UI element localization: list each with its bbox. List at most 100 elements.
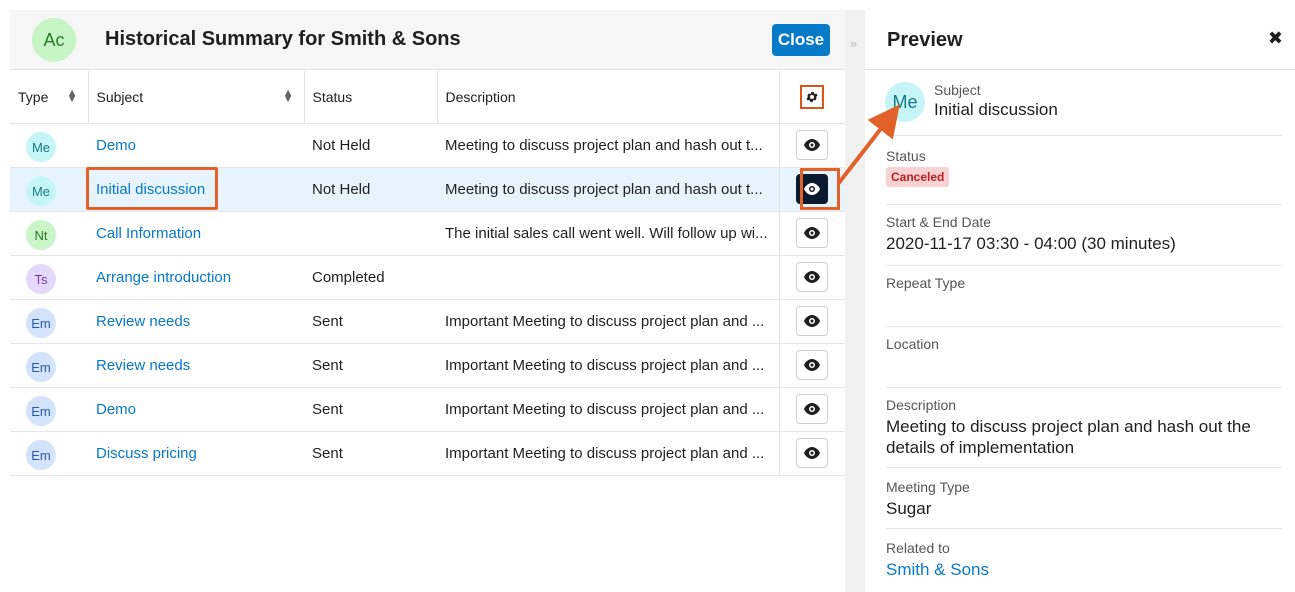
related-to-link[interactable]: Smith & Sons (886, 559, 1282, 580)
table-row[interactable]: Em Review needs Sent Important Meeting to d… (10, 343, 845, 388)
preview-button[interactable] (796, 350, 829, 380)
preview-button[interactable] (796, 394, 829, 424)
actions-cell (778, 431, 845, 476)
table-row[interactable]: Me Initial discussion Not Held Meeting to d… (10, 167, 845, 212)
eye-icon (804, 403, 821, 415)
table-row[interactable]: Nt Call Information The initial sales call… (10, 211, 845, 256)
preview-button[interactable] (796, 262, 829, 292)
column-header-description: Description (437, 71, 780, 124)
preview-button[interactable] (796, 306, 829, 336)
table-header-row: Type ▲ ▼ Subject ▲ ▼ Status Description (10, 71, 845, 124)
type-avatar: Em (26, 352, 56, 382)
type-cell: Me (10, 167, 88, 212)
eye-icon (804, 447, 821, 459)
type-avatar: Em (26, 308, 56, 338)
actions-cell (778, 387, 845, 432)
type-cell: Em (10, 343, 88, 388)
preview-button[interactable] (796, 130, 829, 160)
type-avatar: Ts (26, 264, 56, 294)
type-avatar: Me (26, 176, 56, 206)
preview-button[interactable] (796, 174, 829, 204)
modal-title: Historical Summary for Smith & Sons (105, 28, 461, 50)
subject-link[interactable]: Review needs (96, 357, 190, 374)
table-row[interactable]: Ts Arrange introduction Completed (10, 255, 845, 300)
preview-title: Preview (887, 29, 963, 51)
subject-cell: Review needs (88, 299, 304, 344)
subject-link[interactable]: Initial discussion (96, 181, 205, 198)
description-cell: Meeting to discuss project plan and hash… (437, 167, 779, 212)
eye-icon (804, 271, 821, 283)
subject-cell: Review needs (88, 343, 304, 388)
actions-cell (778, 255, 845, 300)
column-header-type[interactable]: Type ▲ ▼ (10, 71, 89, 124)
actions-cell (778, 211, 845, 256)
panel-divider[interactable]: » (845, 10, 865, 592)
preview-field-meeting-type: Meeting Type Sugar (886, 468, 1282, 529)
type-cell: Em (10, 431, 88, 476)
subject-cell: Arrange introduction (88, 255, 304, 300)
status-cell: Sent (304, 387, 437, 432)
type-cell: Ts (10, 255, 88, 300)
preview-subject: Subject Initial discussion (934, 82, 1058, 119)
subject-link[interactable]: Demo (96, 401, 136, 418)
status-cell: Sent (304, 299, 437, 344)
type-cell: Em (10, 387, 88, 432)
actions-cell (778, 167, 845, 212)
eye-icon (804, 315, 821, 327)
description-cell: The initial sales call went well. Will f… (437, 211, 779, 256)
sort-icon[interactable]: ▲ ▼ (67, 88, 78, 105)
column-settings-cell (779, 71, 845, 124)
status-badge: Canceled (886, 167, 950, 187)
preview-field-repeat-type: Repeat Type (886, 266, 1282, 327)
sort-icon[interactable]: ▲ ▼ (283, 88, 294, 105)
type-cell: Em (10, 299, 88, 344)
column-header-status: Status (304, 71, 438, 124)
actions-cell (778, 123, 845, 168)
column-settings-button[interactable] (800, 84, 825, 109)
preview-button[interactable] (796, 438, 829, 468)
status-cell: Not Held (304, 167, 437, 212)
subject-link[interactable]: Review needs (96, 313, 190, 330)
description-cell: Meeting to discuss project plan and hash… (437, 123, 779, 168)
table-row[interactable]: Em Demo Sent Important Meeting to discuss p… (10, 387, 845, 432)
subject-cell: Demo (88, 123, 304, 168)
preview-field-status: Status Canceled (886, 135, 1282, 205)
eye-icon (804, 139, 821, 151)
type-cell: Me (10, 123, 88, 168)
close-button[interactable]: Close (772, 24, 830, 56)
preview-field-description: Description Meeting to discuss project p… (886, 388, 1282, 468)
type-avatar: Em (26, 396, 56, 426)
chevron-right-icon: » (850, 36, 858, 51)
close-icon[interactable]: ✖ (1268, 28, 1283, 49)
status-cell (304, 211, 437, 256)
preview-field-related-to: Related to Smith & Sons (886, 529, 1282, 592)
table-row[interactable]: Em Review needs Sent Important Meeting to d… (10, 299, 845, 344)
preview-field-dates: Start & End Date 2020-11-17 03:30 - 04:0… (886, 205, 1282, 266)
history-table: Type ▲▼ Subject ▲▼ Status Description (10, 71, 845, 476)
description-cell: Important Meeting to discuss project pla… (437, 299, 779, 344)
preview-button[interactable] (796, 218, 829, 248)
description-cell (437, 255, 779, 300)
subject-link[interactable]: Arrange introduction (96, 269, 231, 286)
status-cell: Sent (304, 343, 437, 388)
gear-icon (806, 91, 818, 102)
type-avatar: Nt (26, 220, 56, 250)
divider (865, 69, 1295, 70)
eye-icon (804, 359, 821, 371)
account-avatar: Ac (32, 18, 76, 62)
table-row[interactable]: Me Demo Not Held Meeting to discuss project… (10, 123, 845, 168)
modal-header: Ac Historical Summary for Smith & Sons C… (10, 10, 845, 70)
actions-cell (778, 299, 845, 344)
subject-cell: Call Information (88, 211, 304, 256)
status-cell: Not Held (304, 123, 437, 168)
subject-link[interactable]: Discuss pricing (96, 445, 197, 462)
description-cell: Important Meeting to discuss project pla… (437, 343, 779, 388)
actions-cell (778, 343, 845, 388)
subject-link[interactable]: Demo (96, 137, 136, 154)
type-avatar: Me (26, 132, 56, 162)
table-row[interactable]: Em Discuss pricing Sent Important Meeting t… (10, 431, 845, 476)
type-avatar: Em (26, 440, 56, 470)
subject-link[interactable]: Call Information (96, 225, 201, 242)
record-avatar: Me (885, 82, 925, 122)
column-header-subject[interactable]: Subject ▲ ▼ (88, 71, 305, 124)
